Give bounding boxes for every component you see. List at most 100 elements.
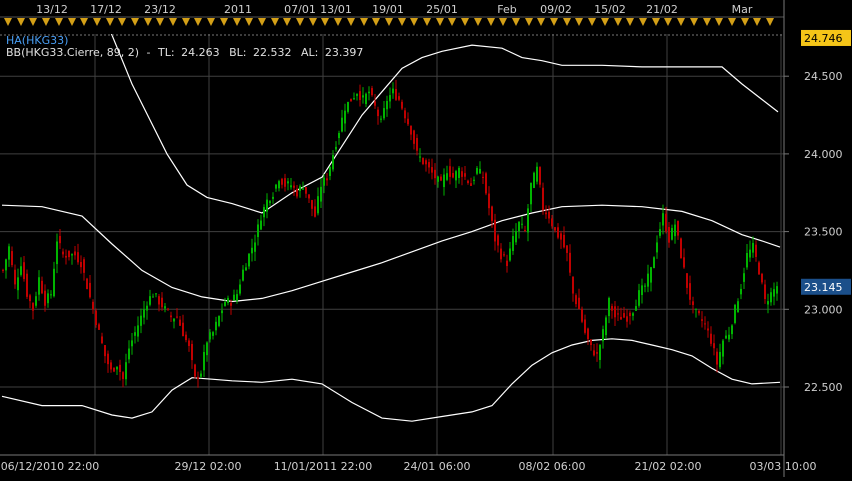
down-candle bbox=[197, 377, 199, 379]
down-candle bbox=[113, 367, 115, 372]
up-candle bbox=[473, 179, 475, 181]
top-axis-label: 19/01 bbox=[372, 3, 404, 16]
up-candle bbox=[632, 313, 634, 316]
up-candle bbox=[5, 259, 7, 271]
up-candle bbox=[128, 348, 130, 360]
up-candle bbox=[368, 91, 370, 94]
up-candle bbox=[476, 167, 478, 174]
up-candle bbox=[641, 285, 643, 295]
down-candle bbox=[539, 167, 541, 185]
up-candle bbox=[650, 267, 652, 283]
up-candle bbox=[236, 294, 238, 301]
top-axis-label: 07/01 bbox=[284, 3, 316, 16]
down-candle bbox=[755, 244, 757, 257]
up-candle bbox=[272, 196, 274, 199]
y-tick-label: 22.500 bbox=[804, 381, 843, 394]
up-candle bbox=[443, 174, 445, 188]
down-candle bbox=[395, 89, 397, 100]
down-candle bbox=[623, 313, 625, 318]
down-candle bbox=[119, 364, 121, 373]
down-candle bbox=[692, 301, 694, 305]
down-candle bbox=[308, 194, 310, 199]
up-candle bbox=[35, 296, 37, 306]
down-candle bbox=[314, 206, 316, 217]
down-candle bbox=[11, 251, 13, 266]
up-candle bbox=[47, 293, 49, 304]
up-candle bbox=[365, 93, 367, 105]
down-candle bbox=[584, 319, 586, 333]
down-candle bbox=[167, 308, 169, 310]
down-candle bbox=[434, 169, 436, 179]
down-candle bbox=[575, 295, 577, 305]
up-candle bbox=[173, 318, 175, 322]
down-candle bbox=[545, 212, 547, 215]
down-candle bbox=[179, 319, 181, 326]
up-candle bbox=[245, 267, 247, 271]
y-tick-label: 23.000 bbox=[804, 303, 843, 316]
down-candle bbox=[485, 173, 487, 194]
down-candle bbox=[350, 98, 352, 102]
up-candle bbox=[509, 248, 511, 261]
down-candle bbox=[170, 315, 172, 318]
up-candle bbox=[515, 230, 517, 243]
up-candle bbox=[290, 185, 292, 188]
down-candle bbox=[464, 173, 466, 177]
up-candle bbox=[251, 247, 253, 254]
down-candle bbox=[101, 336, 103, 344]
up-candle bbox=[638, 290, 640, 306]
down-candle bbox=[68, 250, 70, 258]
up-candle bbox=[536, 166, 538, 182]
up-candle bbox=[437, 176, 439, 182]
down-candle bbox=[764, 284, 766, 300]
down-candle bbox=[404, 110, 406, 119]
up-candle bbox=[767, 301, 769, 305]
down-candle bbox=[713, 343, 715, 349]
up-candle bbox=[776, 286, 778, 294]
bl-value: 22.532 bbox=[253, 46, 292, 59]
up-candle bbox=[56, 241, 58, 265]
up-candle bbox=[530, 182, 532, 205]
down-candle bbox=[524, 230, 526, 232]
down-candle bbox=[590, 339, 592, 346]
up-candle bbox=[260, 220, 262, 230]
down-candle bbox=[701, 319, 703, 321]
down-candle bbox=[86, 278, 88, 290]
down-candle bbox=[326, 178, 328, 181]
down-candle bbox=[80, 262, 82, 268]
up-candle bbox=[164, 306, 166, 309]
up-candle bbox=[602, 329, 604, 342]
up-candle bbox=[152, 296, 154, 298]
up-candle bbox=[242, 269, 244, 281]
up-candle bbox=[335, 146, 337, 150]
down-candle bbox=[98, 324, 100, 330]
down-candle bbox=[707, 328, 709, 331]
up-candle bbox=[227, 297, 229, 303]
down-candle bbox=[188, 340, 190, 346]
down-candle bbox=[668, 226, 670, 243]
up-candle bbox=[674, 224, 676, 237]
top-axis-label: 13/12 bbox=[36, 3, 68, 16]
up-candle bbox=[71, 254, 73, 256]
candlestick-chart[interactable]: 13/12 17/12 23/12 2011 07/01 13/01 19/01 25/01 F… bbox=[0, 0, 852, 477]
up-candle bbox=[605, 317, 607, 336]
down-candle bbox=[572, 276, 574, 294]
down-candle bbox=[23, 262, 25, 279]
up-candle bbox=[257, 224, 259, 238]
high-marker-label: 24.746 bbox=[804, 32, 843, 45]
down-candle bbox=[305, 186, 307, 194]
up-candle bbox=[17, 277, 19, 291]
up-candle bbox=[749, 249, 751, 258]
down-candle bbox=[548, 211, 550, 219]
chart-area[interactable]: 13/12 17/12 23/12 2011 07/01 13/01 19/01 25/01 F… bbox=[0, 0, 852, 477]
down-candle bbox=[422, 157, 424, 165]
bottom-axis-label: 03/03 10:00 bbox=[750, 460, 817, 473]
down-candle bbox=[452, 172, 454, 178]
down-candle bbox=[503, 254, 505, 256]
down-candle bbox=[44, 290, 46, 306]
top-axis-label: 25/01 bbox=[426, 3, 458, 16]
down-candle bbox=[59, 236, 61, 244]
down-candle bbox=[563, 234, 565, 248]
down-candle bbox=[626, 316, 628, 322]
bottom-axis-label: 29/12 02:00 bbox=[175, 460, 242, 473]
up-candle bbox=[743, 273, 745, 282]
